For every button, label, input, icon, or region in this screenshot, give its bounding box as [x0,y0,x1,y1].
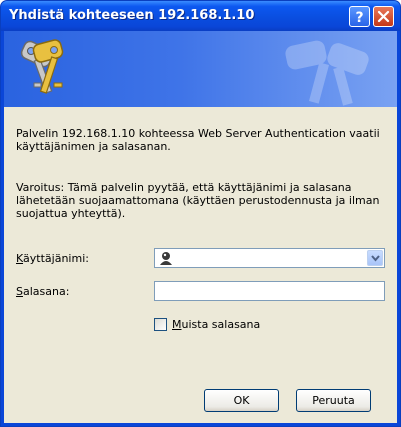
dropdown-arrow-button[interactable] [367,250,383,266]
username-label-mnemonic: K [16,252,24,265]
remember-label-mnemonic: M [172,318,182,331]
close-icon [377,10,390,23]
dialog-body: Palvelin 192.168.1.10 kohteessa Web Serv… [4,31,397,423]
remember-label-text: uista salasana [181,318,261,331]
ok-button[interactable]: OK [204,389,279,412]
username-label-text: äyttäjänimi: [23,252,89,265]
cancel-button[interactable]: Peruuta [296,389,371,412]
login-dialog: Yhdistä kohteeseen 192.168.1.10 ? Palvel… [0,0,401,427]
keys-icon [20,39,64,94]
remember-password-label[interactable]: Muista salasana [172,318,260,331]
password-label-text: alasana: [22,285,70,298]
security-warning: Varoitus: Tämä palvelin pyytää, että käy… [16,181,380,220]
remember-password-checkbox[interactable] [154,318,167,331]
password-field[interactable] [154,281,385,301]
question-mark-icon: ? [355,10,363,24]
window-title: Yhdistä kohteeseen 192.168.1.10 [9,8,255,23]
password-label: Salasana: [16,285,69,298]
title-bar[interactable]: Yhdistä kohteeseen 192.168.1.10 ? [1,1,400,31]
chevron-down-icon [371,255,380,262]
user-avatar-icon [160,252,172,265]
username-combobox[interactable] [154,248,385,268]
server-message: Palvelin 192.168.1.10 kohteessa Web Serv… [16,127,380,153]
watermark-keys-icon [285,40,369,106]
close-button[interactable] [373,6,394,27]
username-label: Käyttäjänimi: [16,252,89,265]
help-button[interactable]: ? [349,6,370,27]
svg-text:?: ? [355,10,363,24]
password-label-mnemonic: S [16,285,23,298]
banner [4,31,397,107]
